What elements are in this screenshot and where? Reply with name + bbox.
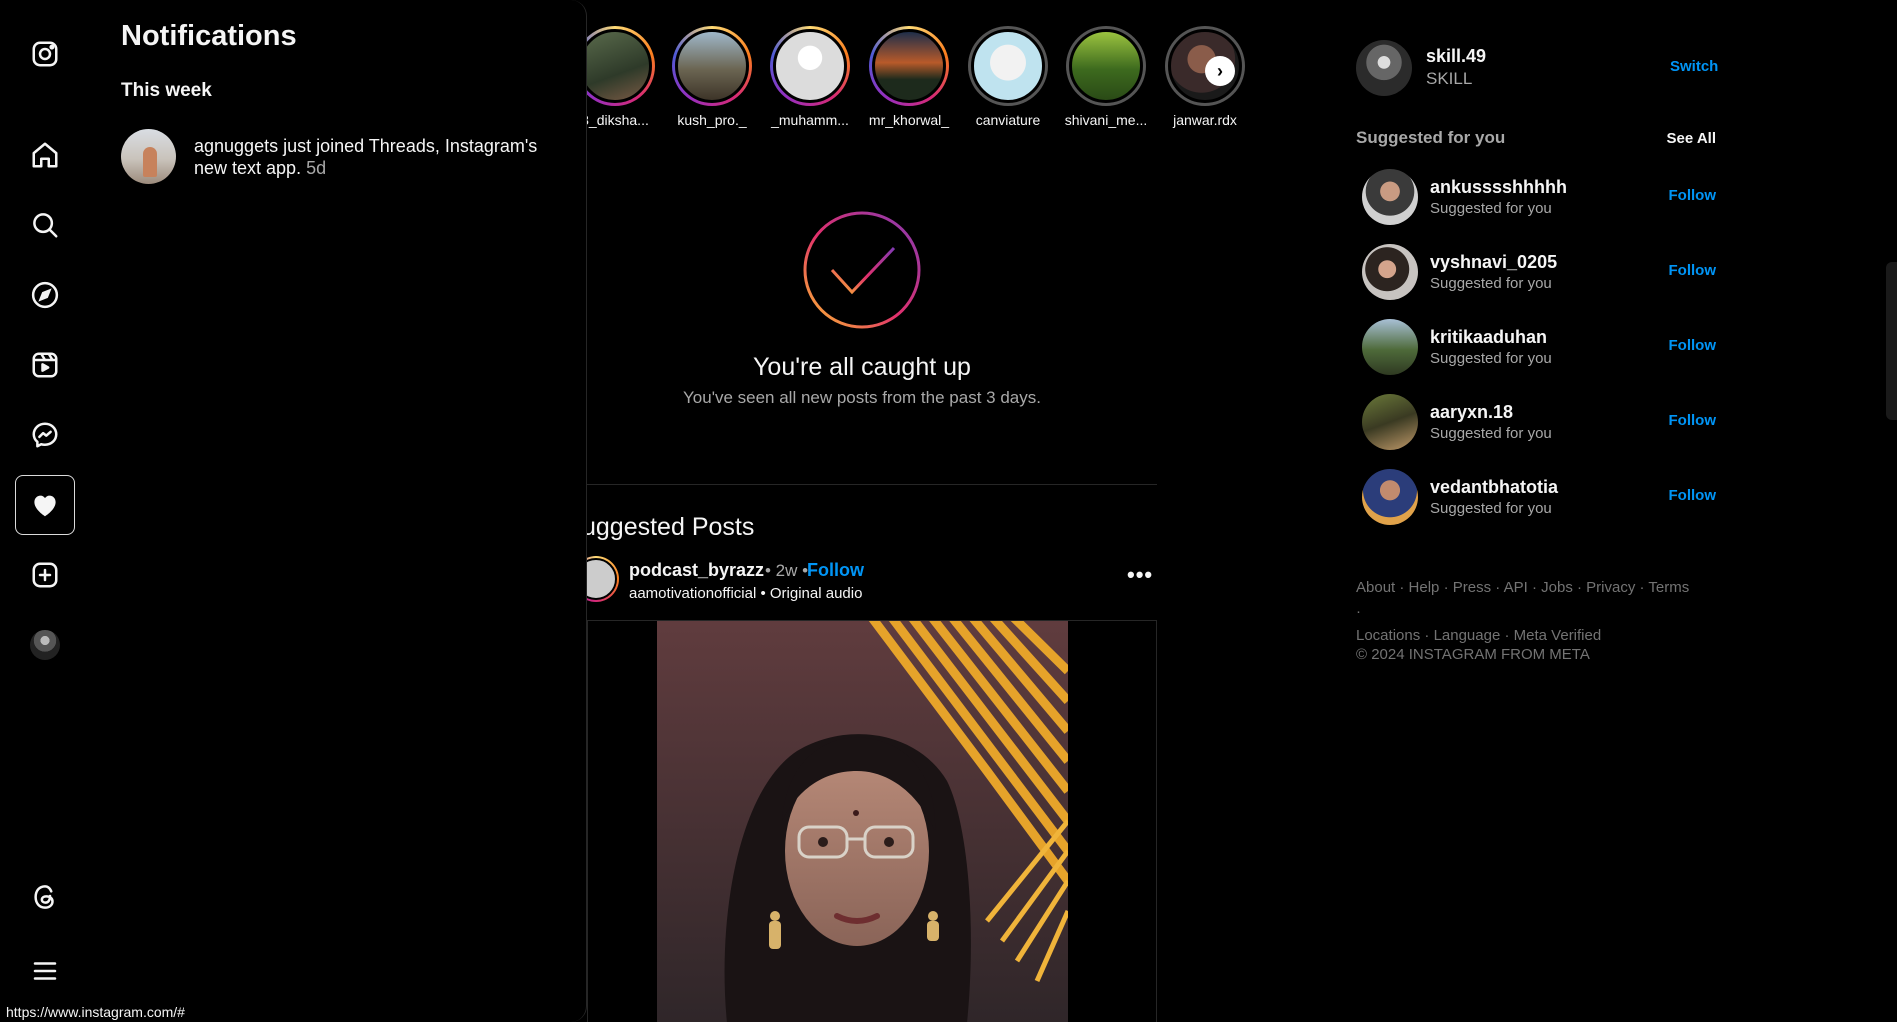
suggested-title: Suggested for you [1356,128,1506,147]
footer-link-help[interactable]: Help [1409,579,1440,596]
current-user-avatar[interactable] [1356,40,1412,96]
current-user-card: skill.49 SKILL Switch [1356,40,1718,96]
suggested-user-username[interactable]: aaryxn.18 [1430,402,1513,423]
footer-link-language[interactable]: Language [1434,627,1501,644]
search-icon[interactable] [15,195,75,255]
instagram-app: Notifications This week agnuggets just j… [0,0,1897,1022]
story-item[interactable]: _muhamm... [767,26,853,128]
suggested-posts-title: uggested Posts [582,513,755,541]
footer-link-press[interactable]: Press [1453,579,1491,596]
story-item[interactable]: 3_diksha... [587,26,658,128]
suggested-user-avatar[interactable] [1362,169,1418,225]
explore-icon[interactable] [15,265,75,325]
notification-text: agnuggets just joined Threads, Instagram… [194,135,561,179]
post-media[interactable] [587,620,1157,1022]
post-author-username[interactable]: podcast_byrazz [629,560,764,581]
footer-link-terms[interactable]: Terms [1648,579,1689,596]
post-image[interactable] [657,621,1068,1022]
footer-link-meta-verified[interactable]: Meta Verified [1514,627,1602,644]
suggested-user-row: vyshnavi_0205 Suggested for you Follow [1362,244,1716,300]
threads-icon[interactable] [15,867,75,927]
current-user-name: SKILL [1426,69,1473,88]
suggested-user-reason: Suggested for you [1430,425,1552,442]
create-icon[interactable] [15,545,75,605]
status-bar-url: https://www.instagram.com/# [0,1002,191,1022]
story-item[interactable]: canviature [965,26,1051,128]
story-username: kush_pro._ [677,112,747,128]
menu-icon[interactable] [15,941,75,1001]
follow-button[interactable]: Follow [1669,262,1717,279]
caught-up-section: You're all caught up You've seen all new… [587,210,1137,408]
left-nav-rail [0,0,90,1022]
footer-link-jobs[interactable]: Jobs [1541,579,1573,596]
caught-up-subtitle: You've seen all new posts from the past … [683,388,1041,407]
notifications-panel: Notifications This week agnuggets just j… [90,0,587,1022]
footer-link-privacy[interactable]: Privacy [1586,579,1635,596]
switch-account-button[interactable]: Switch [1670,58,1718,75]
follow-button[interactable]: Follow [1669,187,1717,204]
story-username: mr_khorwal_ [868,112,950,128]
suggested-user-avatar[interactable] [1362,469,1418,525]
story-item[interactable]: kush_pro._ [669,26,755,128]
suggested-user-row: vedantbhatotia Suggested for you Follow [1362,469,1716,525]
suggested-user-reason: Suggested for you [1430,200,1552,217]
post-header: podcast_byrazz • 2w • Follow aamotivatio… [573,556,1157,606]
caught-up-check-icon [803,211,921,329]
suggested-user-avatar[interactable] [1362,319,1418,375]
suggested-user-row: ankusssshhhhh Suggested for you Follow [1362,169,1716,225]
story-item[interactable]: mr_khorwal_ [866,26,952,128]
post-audio-info[interactable]: aamotivationofficial • Original audio [629,585,862,602]
suggested-user-username[interactable]: vyshnavi_0205 [1430,252,1557,273]
suggested-user-username[interactable]: vedantbhatotia [1430,477,1558,498]
notifications-section-header: This week [121,80,212,101]
story-item[interactable]: shivani_me... [1063,26,1149,128]
see-all-button[interactable]: See All [1667,130,1716,147]
edge-side-panel-tab[interactable] [1886,262,1897,420]
reels-icon[interactable] [15,335,75,395]
post-more-options-icon[interactable]: ••• [1127,562,1153,588]
story-username: janwar.rdx [1173,112,1237,128]
story-item[interactable]: janwar.rdx [1162,26,1247,128]
post-image-illustration [657,621,1068,1022]
notifications-heart-icon[interactable] [15,475,75,535]
suggested-user-reason: Suggested for you [1430,350,1552,367]
story-username: shivani_me... [1064,112,1148,128]
footer-link-api[interactable]: API [1504,579,1528,596]
suggested-user-reason: Suggested for you [1430,500,1552,517]
feed-divider [587,484,1157,485]
footer-link-locations[interactable]: Locations [1356,627,1420,644]
story-username: canviature [975,112,1041,128]
suggested-user-row: kritikaaduhan Suggested for you Follow [1362,319,1716,375]
follow-button[interactable]: Follow [1669,487,1717,504]
footer-links: About · Help · Press · API · Jobs · Priv… [1356,579,1690,644]
messenger-icon[interactable] [15,405,75,465]
instagram-logo-icon[interactable] [15,24,75,84]
caught-up-title: You're all caught up [753,353,971,381]
notification-time: 5d [306,157,327,178]
footer-link-about[interactable]: About [1356,579,1395,596]
notification-message: agnuggets just joined Threads, Instagram… [194,135,538,178]
stories-tray: 3_diksha... kush_pro._ _muhamm... mr_kho… [587,26,1247,136]
suggested-user-avatar[interactable] [1362,244,1418,300]
suggested-user-avatar[interactable] [1362,394,1418,450]
suggested-user-reason: Suggested for you [1430,275,1552,292]
post-follow-button[interactable]: Follow [807,560,864,581]
notification-item[interactable]: agnuggets just joined Threads, Instagram… [121,129,561,184]
profile-avatar[interactable] [15,615,75,675]
story-username: _muhamm... [771,112,849,128]
follow-button[interactable]: Follow [1669,337,1717,354]
stories-next-button[interactable]: › [1205,56,1235,86]
copyright: © 2024 INSTAGRAM FROM META [1356,646,1590,663]
home-icon[interactable] [15,125,75,185]
suggested-user-username[interactable]: kritikaaduhan [1430,327,1547,348]
follow-button[interactable]: Follow [1669,412,1717,429]
current-user-username[interactable]: skill.49 [1426,46,1486,67]
story-username: 3_diksha... [587,112,649,128]
notification-avatar[interactable] [121,129,176,184]
suggested-user-row: aaryxn.18 Suggested for you Follow [1362,394,1716,450]
suggested-header: Suggested for you See All [1356,128,1716,148]
post-time: • 2w • [765,561,809,580]
suggested-user-username[interactable]: ankusssshhhhh [1430,177,1567,198]
notifications-title: Notifications [121,20,297,52]
